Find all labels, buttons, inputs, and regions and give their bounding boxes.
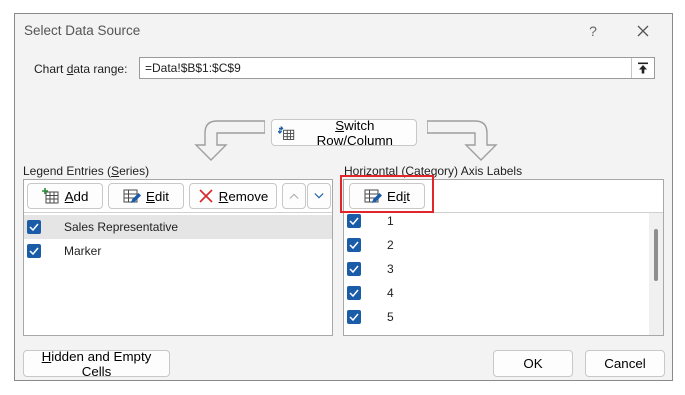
add-series-label: Add (64, 188, 89, 204)
axis-label-checkbox[interactable] (347, 238, 361, 252)
hidden-and-empty-cells-button[interactable]: Hidden and Empty Cells (23, 348, 170, 379)
axis-label-text: 2 (387, 238, 394, 252)
hidden-and-empty-cells-label: Hidden and Empty Cells (41, 348, 152, 379)
move-down-button[interactable] (307, 183, 331, 209)
edit-table-icon (123, 189, 142, 203)
axis-labels-list: 1 2 3 4 5 (344, 213, 649, 335)
cancel-button[interactable]: Cancel (585, 350, 665, 377)
axis-label-text: 4 (387, 286, 394, 300)
series-label: Sales Representative (64, 220, 179, 234)
dialog-title: Select Data Source (24, 23, 141, 38)
series-label: Marker (64, 244, 102, 258)
chart-data-range-field[interactable]: =Data!$B$1:$C$9 (139, 57, 655, 79)
right-curved-arrow-icon (427, 120, 498, 161)
checkmark-icon (29, 247, 39, 255)
axis-label-checkbox[interactable] (347, 214, 361, 228)
scrollbar-thumb[interactable] (654, 229, 658, 281)
checkmark-icon (349, 289, 359, 297)
axis-label-row[interactable]: 1 (344, 213, 649, 233)
switch-row-column-icon (278, 125, 295, 140)
legend-entries-panel: Add Edit Remove Sales Representative Mar… (23, 179, 333, 336)
left-curved-arrow-icon (194, 120, 265, 161)
chevron-down-icon (314, 193, 324, 199)
edit-series-label: Edit (146, 188, 169, 204)
collapse-range-button[interactable] (631, 58, 654, 78)
axis-label-checkbox[interactable] (347, 262, 361, 276)
chevron-up-icon (289, 193, 299, 199)
axis-labels-scrollbar[interactable] (649, 213, 663, 335)
axis-label-row[interactable]: 5 (344, 305, 649, 329)
checkmark-icon (349, 265, 359, 273)
add-series-button[interactable]: Add (27, 183, 103, 209)
legend-entries-label: Legend Entries (Series) (23, 164, 150, 178)
axis-label-row[interactable]: 2 (344, 233, 649, 257)
axis-label-row[interactable]: 4 (344, 281, 649, 305)
chart-data-range-label: Chart data range: (34, 62, 128, 76)
remove-x-icon (199, 189, 213, 203)
axis-label-row[interactable]: 3 (344, 257, 649, 281)
axis-label-text: 5 (387, 310, 394, 324)
title-bar: Select Data Source ? (15, 14, 672, 48)
checkmark-icon (349, 313, 359, 321)
checkmark-icon (349, 217, 359, 225)
series-checkbox[interactable] (27, 244, 41, 258)
add-table-icon (41, 188, 59, 204)
move-up-button[interactable] (282, 183, 306, 209)
collapse-dialog-icon (638, 62, 648, 74)
switch-row-column-label: Switch Row/Column (316, 117, 393, 148)
series-checkbox[interactable] (27, 220, 41, 234)
help-button[interactable]: ? (583, 20, 603, 42)
axis-label-text: 3 (387, 262, 394, 276)
checkmark-icon (29, 223, 39, 231)
axis-label-checkbox[interactable] (347, 310, 361, 324)
series-row-marker[interactable]: Marker (24, 239, 332, 263)
axis-label-checkbox[interactable] (347, 286, 361, 300)
remove-series-button[interactable]: Remove (189, 183, 277, 209)
series-list: Sales Representative Marker (24, 213, 332, 335)
axis-label-text: 1 (387, 214, 394, 228)
legend-toolbar: Add Edit Remove (24, 180, 332, 213)
highlight-box (340, 175, 434, 213)
close-icon (637, 25, 649, 37)
remove-series-label: Remove (218, 188, 269, 204)
series-row-sales-representative[interactable]: Sales Representative (24, 215, 332, 239)
checkmark-icon (349, 241, 359, 249)
switch-row-column-button[interactable]: Switch Row/Column (271, 117, 417, 148)
chart-data-range-value[interactable]: =Data!$B$1:$C$9 (145, 61, 241, 75)
edit-series-button[interactable]: Edit (108, 183, 184, 209)
ok-button[interactable]: OK (493, 350, 573, 377)
close-button[interactable] (632, 20, 654, 42)
